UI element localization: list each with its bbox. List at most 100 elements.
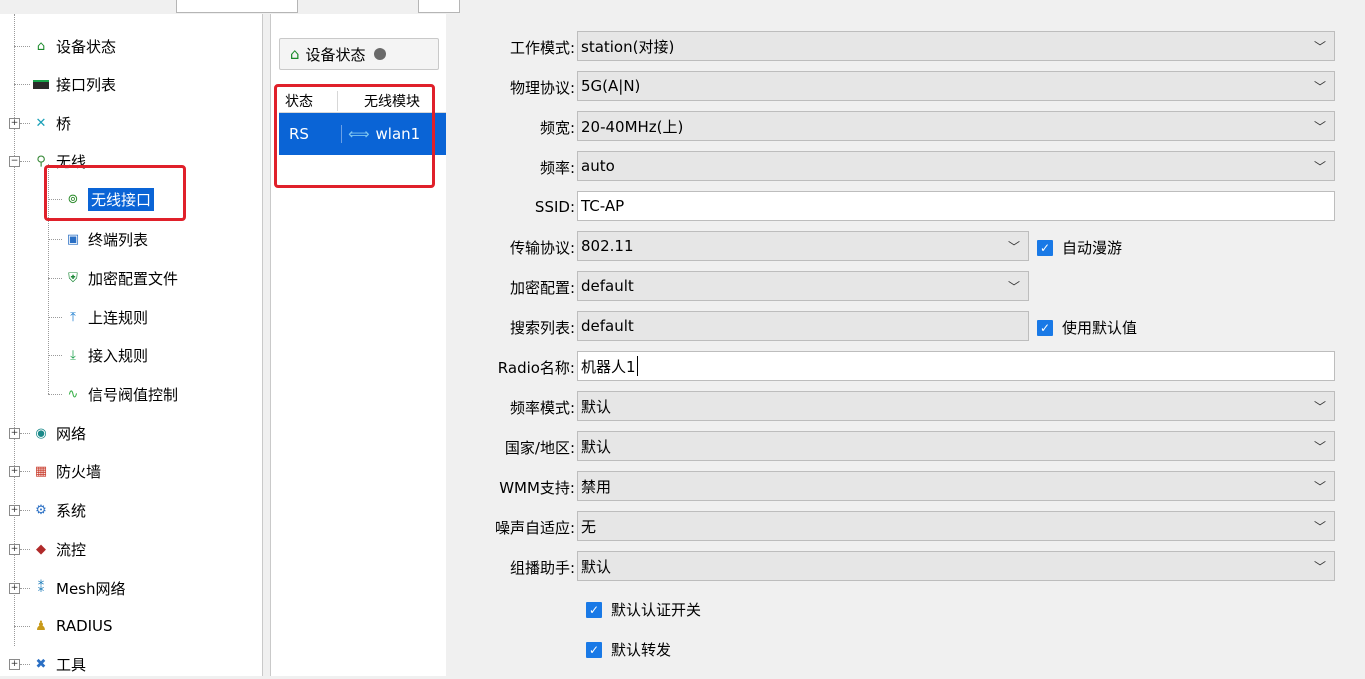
bandwidth-label: 频宽: (539, 118, 575, 137)
noise-select[interactable]: 无 ﹀ (577, 511, 1335, 541)
top-toolbar (0, 0, 460, 14)
ssid-input[interactable]: TC-AP (577, 191, 1335, 221)
device-status-icon: ⌂ (290, 45, 300, 63)
radio-name-input[interactable]: 机器人1 (577, 351, 1335, 381)
use-default-checkbox[interactable]: ✓ 使用默认值 (1037, 317, 1137, 338)
ssid-label: SSID: (534, 198, 575, 216)
highlight-box-table (274, 84, 435, 188)
tree-item-system[interactable]: ⚙ 系统 (32, 495, 86, 525)
frequency-select[interactable]: auto ﹀ (577, 151, 1335, 181)
chevron-down-icon: ﹀ (1313, 400, 1326, 414)
work-mode-select[interactable]: station(对接) ﹀ (577, 31, 1335, 61)
tree-item-flow-control[interactable]: ◆ 流控 (32, 534, 86, 564)
mesh-network-icon: ⁑ (37, 580, 45, 596)
row-phy-protocol: 物理协议: 5G(A|N) ﹀ (455, 69, 1365, 109)
chevron-down-icon: ﹀ (1313, 560, 1326, 574)
row-bandwidth: 频宽: 20-40MHz(上) ﹀ (455, 109, 1365, 149)
firewall-icon: ▦ (34, 463, 48, 479)
navigation-tree: ⌂ 设备状态 接口列表 + ✕ 桥 − ⚲ 无线 ⊚ 无线接口 ▣ 终端列表 ⛨… (0, 14, 263, 676)
encryption-select[interactable]: default ﹀ (577, 271, 1029, 301)
tree-search-input[interactable] (176, 0, 298, 13)
country-label: 国家/地区: (504, 438, 575, 457)
transport-select[interactable]: 802.11 ﹀ (577, 231, 1029, 261)
country-select[interactable]: 默认 ﹀ (577, 431, 1335, 461)
chevron-down-icon: ﹀ (1313, 160, 1326, 174)
tab-device-status[interactable]: ⌂ 设备状态 (279, 38, 439, 70)
status-dot-icon (373, 48, 386, 60)
row-radio-name: Radio名称: 机器人1 (455, 349, 1365, 389)
row-noise: 噪声自适应: 无 ﹀ (455, 509, 1365, 549)
chevron-down-icon: ﹀ (1313, 40, 1326, 54)
tree-item-mesh-network[interactable]: ⁑ Mesh网络 (32, 573, 126, 603)
expand-firewall-toggle[interactable]: + (9, 466, 20, 477)
tree-item-tools[interactable]: ✖ 工具 (32, 649, 86, 679)
row-encryption: 加密配置: default ﹀ (455, 269, 1365, 309)
work-mode-label: 工作模式: (509, 38, 575, 57)
network-icon: ◉ (35, 425, 47, 441)
transport-label: 传输协议: (509, 238, 575, 257)
encryption-profile-icon: ⛨ (68, 270, 78, 286)
tree-item-signal-threshold[interactable]: ∿ 信号阀值控制 (64, 379, 178, 409)
collapse-wireless-toggle[interactable]: − (9, 156, 20, 167)
row-search-list: 搜索列表: default ✓ 使用默认值 (455, 309, 1365, 349)
system-icon: ⚙ (35, 502, 47, 518)
tree-item-network[interactable]: ◉ 网络 (32, 418, 86, 448)
tools-icon: ✖ (35, 656, 47, 672)
encryption-label: 加密配置: (509, 278, 575, 297)
device-status-icon: ⌂ (36, 38, 46, 54)
check-icon: ✓ (586, 641, 602, 658)
tree-item-device-status[interactable]: ⌂ 设备状态 (32, 31, 116, 61)
signal-threshold-icon: ∿ (67, 386, 79, 402)
row-ssid: SSID: TC-AP (455, 189, 1365, 229)
expand-flow-control-toggle[interactable]: + (9, 544, 20, 555)
chevron-down-icon: ﹀ (1313, 80, 1326, 94)
row-freq-mode: 频率模式: 默认 ﹀ (455, 389, 1365, 429)
default-auth-checkbox[interactable]: ✓ 默认认证开关 (586, 599, 701, 620)
radio-name-label: Radio名称: (497, 358, 575, 377)
expand-bridge-toggle[interactable]: + (9, 118, 20, 129)
phy-protocol-select[interactable]: 5G(A|N) ﹀ (577, 71, 1335, 101)
row-country: 国家/地区: 默认 ﹀ (455, 429, 1365, 469)
phy-protocol-label: 物理协议: (509, 78, 575, 97)
uplink-rule-icon: ⤒ (70, 309, 76, 325)
highlight-box-tree (44, 165, 186, 221)
chevron-down-icon: ﹀ (1313, 440, 1326, 454)
freq-mode-select[interactable]: 默认 ﹀ (577, 391, 1335, 421)
tree-item-uplink-rule[interactable]: ⤒ 上连规则 (64, 302, 148, 332)
expand-mesh-toggle[interactable]: + (9, 583, 20, 594)
bridge-icon: ✕ (35, 115, 47, 131)
chevron-down-icon: ﹀ (1007, 280, 1020, 294)
tree-item-interface-list[interactable]: 接口列表 (32, 69, 116, 99)
chevron-down-icon: ﹀ (1007, 240, 1020, 254)
flow-control-icon: ◆ (36, 541, 46, 557)
check-icon: ✓ (586, 601, 602, 618)
interface-list-icon (32, 75, 50, 93)
default-forward-checkbox[interactable]: ✓ 默认转发 (586, 639, 671, 660)
text-caret (636, 356, 638, 376)
expand-network-toggle[interactable]: + (9, 428, 20, 439)
multicast-select[interactable]: 默认 ﹀ (577, 551, 1335, 581)
multicast-label: 组播助手: (509, 558, 575, 577)
tree-item-radius[interactable]: ♟ RADIUS (32, 611, 112, 641)
expand-tools-toggle[interactable]: + (9, 659, 20, 670)
terminal-list-icon: ▣ (66, 231, 80, 247)
chevron-down-icon: ﹀ (1313, 520, 1326, 534)
auto-roam-checkbox[interactable]: ✓ 自动漫游 (1037, 237, 1122, 258)
tree-item-access-rule[interactable]: ⤓ 接入规则 (64, 340, 148, 370)
search-list-field[interactable]: default (577, 311, 1029, 341)
check-icon: ✓ (1037, 319, 1053, 336)
tree-item-firewall[interactable]: ▦ 防火墙 (32, 456, 101, 486)
row-wmm: WMM支持: 禁用 ﹀ (455, 469, 1365, 509)
row-multicast: 组播助手: 默认 ﹀ (455, 549, 1365, 589)
chevron-down-icon: ﹀ (1313, 120, 1326, 134)
access-rule-icon: ⤓ (70, 347, 76, 363)
noise-label: 噪声自适应: (494, 518, 575, 537)
bandwidth-select[interactable]: 20-40MHz(上) ﹀ (577, 111, 1335, 141)
wmm-select[interactable]: 禁用 ﹀ (577, 471, 1335, 501)
tree-item-encryption-profile[interactable]: ⛨ 加密配置文件 (64, 263, 178, 293)
tree-item-terminal-list[interactable]: ▣ 终端列表 (64, 224, 148, 254)
tree-item-bridge[interactable]: ✕ 桥 (32, 108, 71, 138)
top-field[interactable] (418, 0, 460, 13)
expand-system-toggle[interactable]: + (9, 505, 20, 516)
radius-icon: ♟ (35, 618, 47, 634)
